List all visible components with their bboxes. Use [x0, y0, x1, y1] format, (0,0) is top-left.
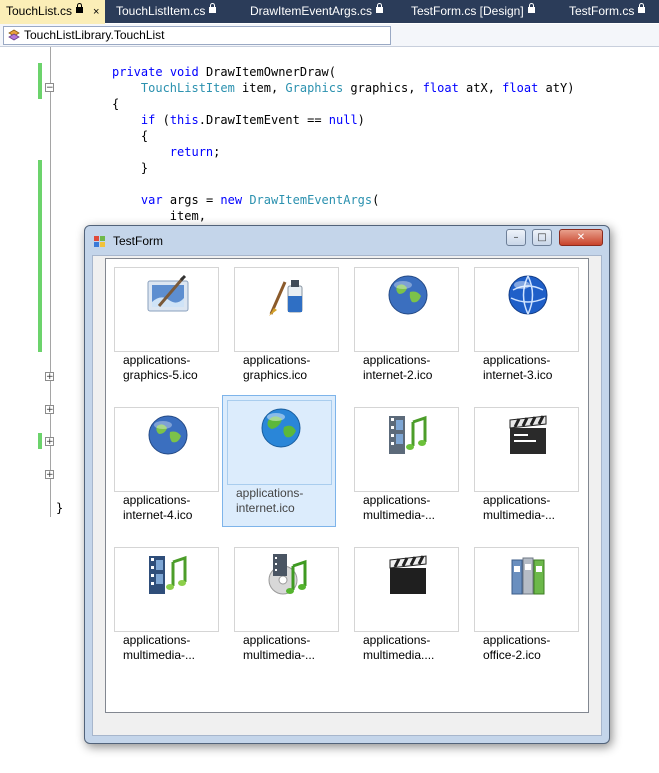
item-label: applications-graphics.ico [243, 353, 311, 382]
icon-frame [474, 547, 579, 632]
code-line: } [112, 161, 149, 175]
globe-icon [388, 275, 428, 315]
code-line: var args = new DrawItemEventArgs( [140, 193, 380, 207]
icon-frame [474, 407, 579, 492]
item-label: applications-multimedia.... [363, 633, 435, 662]
code-line: if (this.DrawItemEvent == null) [140, 113, 365, 127]
change-marker [38, 433, 42, 449]
close-tab-icon[interactable]: × [93, 6, 99, 18]
tab-touchlist-cs[interactable]: TouchList.cs × [0, 0, 106, 24]
clapperboard-icon [389, 555, 427, 594]
lock-icon [76, 3, 84, 15]
collapse-icon[interactable]: − [45, 83, 54, 93]
expand-icon[interactable]: + [45, 372, 54, 382]
list-item[interactable]: applications-graphics-5.ico [106, 259, 220, 391]
icon-frame [114, 267, 219, 352]
expand-icon[interactable]: + [45, 470, 54, 480]
blue-globe-icon [508, 275, 548, 315]
list-item[interactable]: applications-graphics.ico [226, 259, 340, 391]
tab-label: TestForm.cs [569, 4, 635, 18]
lock-icon [376, 3, 384, 15]
class-icon [8, 29, 20, 41]
close-button[interactable]: ✕ [559, 229, 603, 246]
icon-frame [114, 407, 219, 492]
item-label: applications-multimedia-... [483, 493, 556, 522]
lock-icon [209, 3, 217, 15]
list-item[interactable]: applications-internet-2.ico [346, 259, 460, 391]
icon-frame [354, 267, 459, 352]
code-line: item, [112, 209, 206, 223]
document-tab-strip: TouchList.cs × TouchListItem.cs DrawItemE… [0, 0, 659, 24]
list-item[interactable]: applications-office-2.ico [466, 539, 580, 671]
tab-label: TouchListItem.cs [116, 4, 206, 18]
item-label: applications-internet-3.ico [483, 353, 553, 382]
list-item[interactable]: applications-multimedia.... [346, 539, 460, 671]
globe-icon [148, 415, 188, 455]
list-item-selected[interactable]: applications-internet.ico [222, 395, 336, 527]
icon-frame [227, 400, 332, 485]
change-marker [38, 160, 42, 352]
tab-testform-design[interactable]: TestForm.cs [Design] [405, 0, 541, 23]
minimize-button[interactable]: – [506, 229, 526, 246]
form-icon [94, 236, 105, 247]
film-music-icon [149, 555, 187, 594]
disc-music-icon [268, 554, 307, 595]
item-label: applications-multimedia-... [123, 633, 196, 662]
graphics-painting-icon [147, 274, 189, 312]
navigation-bar: TouchListLibrary.TouchList [0, 24, 659, 47]
lock-icon [638, 3, 646, 15]
code-line: } [56, 501, 64, 515]
change-marker [38, 63, 42, 99]
expand-icon[interactable]: + [45, 437, 54, 447]
list-item[interactable]: applications-multimedia-... [106, 539, 220, 671]
code-line: { [112, 129, 149, 143]
touch-list[interactable]: applications-graphics-5.ico applications… [105, 258, 589, 713]
binders-icon [511, 557, 545, 595]
list-item[interactable]: applications-internet-3.ico [466, 259, 580, 391]
tab-label: TestForm.cs [Design] [411, 4, 524, 18]
icon-frame [234, 547, 339, 632]
earth-icon [261, 408, 301, 448]
code-line: return; [169, 145, 221, 159]
tab-label: DrawItemEventArgs.cs [250, 4, 373, 18]
tab-label: TouchList.cs [6, 4, 73, 18]
item-label: applications-internet-4.ico [123, 493, 193, 522]
tab-drawitemeventargs-cs[interactable]: DrawItemEventArgs.cs [244, 0, 389, 23]
window-title: TestForm [113, 234, 164, 248]
icon-frame [234, 267, 339, 352]
film-music-icon [389, 415, 427, 454]
icon-frame [354, 407, 459, 492]
item-label: applications-multimedia-... [363, 493, 436, 522]
icon-frame [354, 547, 459, 632]
tab-testform-cs[interactable]: TestForm.cs [563, 0, 651, 23]
item-label: applications-internet.ico [236, 486, 304, 515]
icon-frame [114, 547, 219, 632]
lock-icon [527, 3, 535, 15]
maximize-button[interactable]: □ [532, 229, 552, 246]
list-item[interactable]: applications-multimedia-... [466, 399, 580, 531]
list-item[interactable]: applications-multimedia-... [226, 539, 340, 671]
window-client-area: applications-graphics-5.ico applications… [92, 255, 602, 736]
paint-brush-icon [269, 280, 303, 316]
item-label: applications-graphics-5.ico [123, 353, 198, 382]
clapperboard-icon [509, 415, 547, 454]
icon-frame [474, 267, 579, 352]
expand-icon[interactable]: + [45, 405, 54, 415]
item-label: applications-office-2.ico [483, 633, 551, 662]
item-label: applications-multimedia-... [243, 633, 316, 662]
code-line: { [112, 97, 120, 111]
testform-window: TestForm – □ ✕ applications-graphics-5.i… [84, 225, 610, 744]
type-dropdown[interactable]: TouchListLibrary.TouchList [3, 26, 391, 45]
code-line: private void DrawItemOwnerDraw( [112, 65, 336, 79]
tab-touchlistitem-cs[interactable]: TouchListItem.cs [110, 0, 222, 23]
list-item[interactable]: applications-multimedia-... [346, 399, 460, 531]
code-line: TouchListItem item, Graphics graphics, f… [140, 81, 575, 95]
item-label: applications-internet-2.ico [363, 353, 433, 382]
type-dropdown-value: TouchListLibrary.TouchList [24, 28, 165, 42]
list-item[interactable]: applications-internet-4.ico [106, 399, 220, 531]
